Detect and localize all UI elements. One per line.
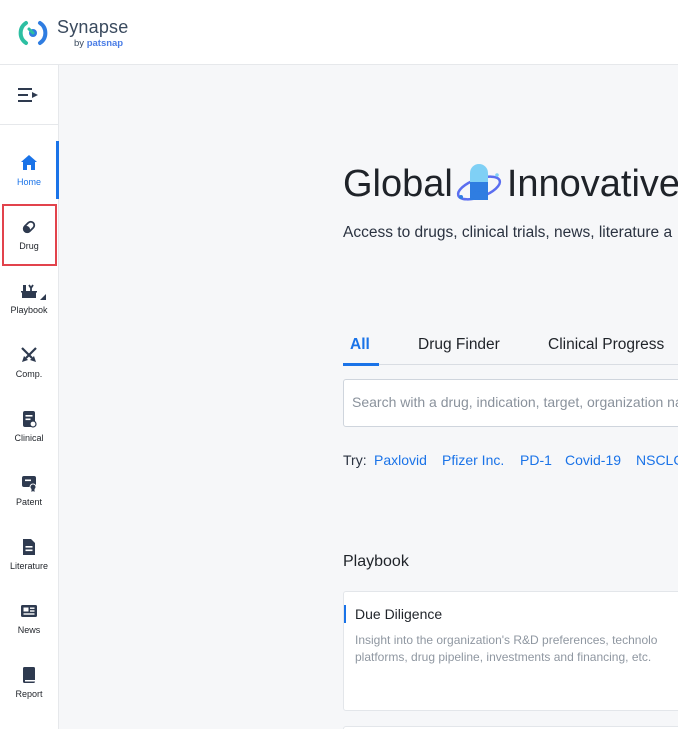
hero-title-right: Innovative	[507, 163, 678, 206]
card-description-line: Insight into the organization's R&D pref…	[355, 632, 678, 649]
crossed-swords-icon	[20, 346, 38, 364]
sidebar-item-label: Home	[17, 177, 41, 187]
try-link-pfizer[interactable]: Pfizer Inc.	[442, 452, 504, 468]
drug-highlight-box	[2, 204, 57, 266]
capsule-icon	[453, 161, 507, 207]
brand-company: patsnap	[87, 38, 123, 49]
search-tabs: All Drug Finder Clinical Progress	[343, 333, 678, 365]
sidebar-item-news[interactable]: News	[0, 589, 58, 647]
top-bar: Synapse by patsnap	[0, 0, 678, 65]
document-icon	[20, 538, 38, 556]
search-input[interactable]	[352, 394, 678, 410]
playbook-section-title: Playbook	[343, 553, 409, 571]
brand-name: Synapse	[57, 17, 128, 38]
playbook-card-due-diligence[interactable]: Due Diligence Insight into the organizat…	[343, 591, 678, 711]
playbook-icon	[20, 282, 38, 300]
sidebar-item-patent[interactable]: Patent	[0, 461, 58, 519]
sidebar-item-report[interactable]: Report	[0, 653, 58, 711]
brand-by: by	[74, 38, 87, 49]
sidebar-item-label: News	[18, 625, 41, 635]
sidebar-item-literature[interactable]: Literature	[0, 525, 58, 583]
sidebar-item-label: Clinical	[14, 433, 43, 443]
sidebar-item-label: Literature	[10, 561, 48, 571]
card-title: Due Diligence	[355, 606, 442, 622]
hero-title: Global Innovative	[343, 161, 678, 207]
brand-byline: by patsnap	[74, 38, 123, 49]
sidebar-item-home[interactable]: Home	[0, 141, 58, 199]
sidebar-item-playbook[interactable]: Playbook	[0, 269, 58, 327]
menu-toggle-button[interactable]	[0, 65, 58, 125]
home-icon	[20, 154, 38, 172]
card-description-line: platforms, drug pipeline, investments an…	[355, 649, 678, 666]
card-accent-bar	[344, 605, 346, 623]
try-link-paxlovid[interactable]: Paxlovid	[374, 452, 427, 468]
home-search-panel: Global Innovative Access to drugs, clini…	[343, 65, 678, 729]
try-label: Try:	[343, 452, 367, 468]
card-description: Insight into the organization's R&D pref…	[355, 632, 678, 666]
book-icon	[20, 666, 38, 684]
sidebar-item-label: Patent	[16, 497, 42, 507]
main-content: Global Innovative Access to drugs, clini…	[59, 65, 678, 729]
tab-all[interactable]: All	[350, 336, 370, 354]
tab-active-underline	[343, 363, 379, 366]
search-box[interactable]	[343, 379, 678, 427]
try-link-pd1[interactable]: PD-1	[520, 452, 552, 468]
sidebar-item-label: Report	[15, 689, 42, 699]
tab-drug-finder[interactable]: Drug Finder	[418, 336, 500, 354]
sidebar-item-label: Playbook	[10, 305, 47, 315]
synapse-logo-icon[interactable]	[16, 17, 50, 49]
sidebar-item-label: Comp.	[16, 369, 43, 379]
patent-icon	[20, 474, 38, 492]
submenu-caret-icon	[40, 294, 46, 300]
newspaper-icon	[20, 602, 38, 620]
menu-expand-icon	[18, 87, 40, 103]
sidebar-item-comp[interactable]: Comp.	[0, 333, 58, 391]
sidebar: Home Drug Playbook Comp. Clinical Patent…	[0, 65, 59, 729]
try-link-covid19[interactable]: Covid-19	[565, 452, 621, 468]
try-link-nsclc[interactable]: NSCLC	[636, 452, 678, 468]
tab-clinical-progress[interactable]: Clinical Progress	[548, 336, 664, 354]
clinical-icon	[20, 410, 38, 428]
hero-subtitle: Access to drugs, clinical trials, news, …	[343, 224, 672, 242]
sidebar-item-clinical[interactable]: Clinical	[0, 397, 58, 455]
hero-title-left: Global	[343, 163, 453, 206]
